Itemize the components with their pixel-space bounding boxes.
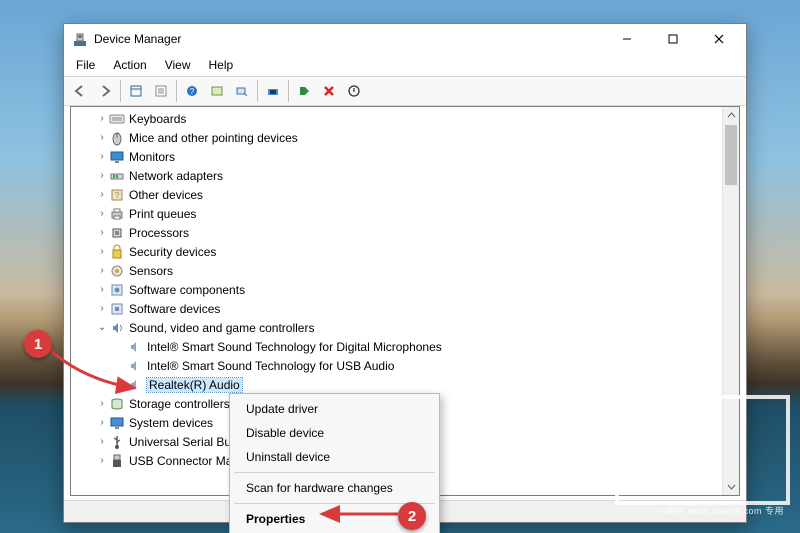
usb-icon (109, 434, 125, 450)
properties-button[interactable] (149, 79, 173, 103)
tree-category[interactable]: ›Sensors (77, 261, 739, 280)
menu-bar: File Action View Help (64, 54, 746, 76)
disable-device-button[interactable] (342, 79, 366, 103)
tree-category[interactable]: ›Processors (77, 223, 739, 242)
other-devices-icon: ? (109, 187, 125, 203)
tree-category[interactable]: ›Keyboards (77, 109, 739, 128)
tree-category[interactable]: ›Network adapters (77, 166, 739, 185)
cm-disable-device[interactable]: Disable device (232, 421, 437, 445)
close-button[interactable] (696, 24, 742, 54)
scroll-thumb[interactable] (725, 125, 737, 185)
usb-connector-icon (109, 453, 125, 469)
menu-help[interactable]: Help (201, 56, 242, 74)
show-hide-console-tree-button[interactable] (124, 79, 148, 103)
menu-view[interactable]: View (157, 56, 199, 74)
tree-category[interactable]: ›Mice and other pointing devices (77, 128, 739, 147)
forward-button[interactable] (93, 79, 117, 103)
scroll-up-button[interactable] (723, 107, 739, 124)
tree-category-sound[interactable]: ⌄Sound, video and game controllers (77, 318, 739, 337)
tree-category[interactable]: ›Security devices (77, 242, 739, 261)
annotation-badge-1: 1 (24, 330, 52, 358)
annotation-badge-2: 2 (398, 502, 426, 530)
collapse-icon[interactable]: ⌄ (95, 322, 109, 333)
tree-category[interactable]: ›Software components (77, 280, 739, 299)
speaker-icon (127, 339, 143, 355)
app-icon (72, 31, 88, 47)
back-button[interactable] (68, 79, 92, 103)
uninstall-device-button[interactable] (317, 79, 341, 103)
menu-separator (234, 472, 435, 473)
software-component-icon (109, 282, 125, 298)
software-device-icon (109, 301, 125, 317)
sensor-icon (109, 263, 125, 279)
tree-device[interactable]: Intel® Smart Sound Technology for USB Au… (77, 356, 739, 375)
tree-category[interactable]: ›Print queues (77, 204, 739, 223)
cpu-icon (109, 225, 125, 241)
cm-scan-hardware[interactable]: Scan for hardware changes (232, 476, 437, 500)
maximize-button[interactable] (650, 24, 696, 54)
sound-icon (109, 320, 125, 336)
window-title: Device Manager (94, 32, 181, 46)
cm-uninstall-device[interactable]: Uninstall device (232, 445, 437, 469)
menu-action[interactable]: Action (105, 56, 154, 74)
svg-text:?: ? (190, 87, 195, 96)
speaker-icon (127, 358, 143, 374)
system-icon (109, 415, 125, 431)
menu-file[interactable]: File (68, 56, 103, 74)
monitor-icon (109, 149, 125, 165)
printer-icon (109, 206, 125, 222)
minimize-button[interactable] (604, 24, 650, 54)
svg-text:?: ? (115, 191, 120, 200)
title-bar[interactable]: Device Manager (64, 24, 746, 54)
update-driver-button[interactable] (261, 79, 285, 103)
mouse-icon (109, 130, 125, 146)
watermark-text: 小闻网 www.xwenw.com 专用 (656, 504, 784, 517)
keyboard-icon (109, 111, 125, 127)
cm-update-driver[interactable]: Update driver (232, 397, 437, 421)
scan-hardware-button[interactable] (230, 79, 254, 103)
tree-category[interactable]: ›Monitors (77, 147, 739, 166)
toolbar: ? (64, 76, 746, 106)
help-button[interactable]: ? (180, 79, 204, 103)
enable-device-button[interactable] (292, 79, 316, 103)
desktop-background: Device Manager File Action View Help ? (0, 0, 800, 533)
tree-category[interactable]: ›?Other devices (77, 185, 739, 204)
watermark-frame (615, 395, 790, 505)
action-button[interactable] (205, 79, 229, 103)
tree-category[interactable]: ›Software devices (77, 299, 739, 318)
network-icon (109, 168, 125, 184)
security-icon (109, 244, 125, 260)
tree-device-selected[interactable]: Realtek(R) Audio (77, 375, 739, 394)
storage-icon (109, 396, 125, 412)
tree-device[interactable]: Intel® Smart Sound Technology for Digita… (77, 337, 739, 356)
speaker-icon (127, 377, 143, 393)
